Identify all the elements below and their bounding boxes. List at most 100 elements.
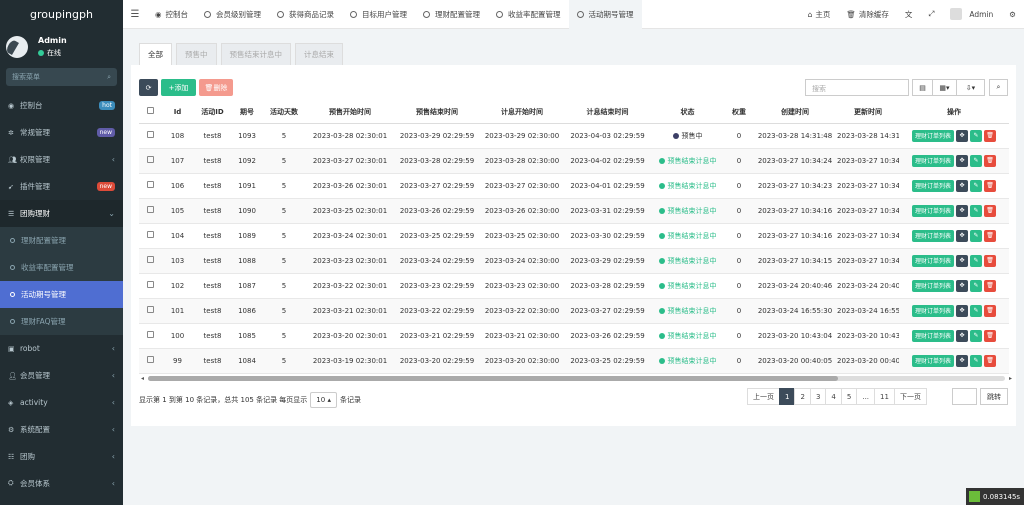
edit-pencil-icon[interactable]: ✎ bbox=[970, 304, 982, 317]
top-tab-1[interactable]: 会员级别管理 bbox=[196, 0, 269, 29]
table-row[interactable]: 101 test8 1086 5 2023-03-21 02:30:01 2023-03-… bbox=[139, 298, 1009, 324]
add-button[interactable]: + 添加 bbox=[161, 79, 196, 96]
checkbox[interactable] bbox=[146, 181, 154, 188]
delete-button[interactable]: 🗑︎ 删除 bbox=[199, 79, 233, 96]
order-list-button[interactable]: 理财订单列表 bbox=[911, 279, 954, 292]
column-header[interactable]: 预售结束时间 bbox=[395, 101, 479, 124]
order-list-button[interactable]: 理财订单列表 bbox=[911, 354, 954, 367]
checkbox[interactable] bbox=[146, 331, 154, 338]
status-tab-0[interactable]: 全部 bbox=[139, 43, 172, 65]
delete-trash-icon[interactable]: 🗑︎ bbox=[984, 329, 996, 342]
edit-pencil-icon[interactable]: ✎ bbox=[970, 254, 982, 267]
edit-pencil-icon[interactable]: ✎ bbox=[970, 354, 982, 367]
row-checkbox-cell[interactable] bbox=[139, 323, 161, 349]
checkbox[interactable] bbox=[146, 306, 154, 313]
top-tab-2[interactable]: 获得商品记录 bbox=[269, 0, 342, 29]
move-icon[interactable]: ✥ bbox=[956, 304, 968, 317]
row-checkbox-cell[interactable] bbox=[139, 348, 161, 374]
translate-icon[interactable]: 文 bbox=[897, 9, 921, 20]
column-header[interactable]: 权重 bbox=[725, 101, 753, 124]
row-checkbox-cell[interactable] bbox=[139, 298, 161, 324]
edit-pencil-icon[interactable]: ✎ bbox=[970, 204, 982, 217]
delete-trash-icon[interactable]: 🗑︎ bbox=[984, 229, 996, 242]
edit-pencil-icon[interactable]: ✎ bbox=[970, 279, 982, 292]
sidebar-item-会员体系[interactable]: ⛭ 会员体系 ‹ bbox=[0, 470, 123, 497]
table-row[interactable]: 107 test8 1092 5 2023-03-27 02:30:01 2023-03-… bbox=[139, 148, 1009, 174]
edit-pencil-icon[interactable]: ✎ bbox=[970, 229, 982, 242]
column-header[interactable]: 创建时间 bbox=[753, 101, 837, 124]
delete-trash-icon[interactable]: 🗑︎ bbox=[984, 304, 996, 317]
checkbox[interactable] bbox=[146, 256, 154, 263]
hamburger-icon[interactable]: ☰ bbox=[123, 9, 147, 20]
row-checkbox-cell[interactable] bbox=[139, 248, 161, 274]
jump-button[interactable]: 跳转 bbox=[980, 388, 1008, 405]
admin-menu[interactable]: Admin bbox=[942, 8, 1001, 20]
debug-timer[interactable]: 0.083145s bbox=[966, 488, 1024, 505]
top-tab-5[interactable]: 收益率配置管理 bbox=[488, 0, 569, 29]
column-header[interactable]: 状态 bbox=[650, 101, 725, 124]
row-checkbox-cell[interactable] bbox=[139, 123, 161, 149]
sidebar-item-4[interactable]: ☰ 团购理财 ⌄ bbox=[0, 200, 123, 227]
table-row[interactable]: 100 test8 1085 5 2023-03-20 02:30:01 2023-03-… bbox=[139, 323, 1009, 349]
move-icon[interactable]: ✥ bbox=[956, 354, 968, 367]
status-tab-3[interactable]: 计息结束 bbox=[295, 43, 343, 65]
move-icon[interactable]: ✥ bbox=[956, 329, 968, 342]
table-row[interactable]: 99 test8 1084 5 2023-03-19 02:30:01 2023-03-2… bbox=[139, 348, 1009, 374]
status-tab-2[interactable]: 预售结束计息中 bbox=[220, 43, 291, 65]
submenu-item-2[interactable]: 活动期号管理 bbox=[0, 281, 123, 308]
row-checkbox-cell[interactable] bbox=[139, 148, 161, 174]
sidebar-item-团购[interactable]: ☷ 团购 ‹ bbox=[0, 443, 123, 470]
page-button[interactable]: 5 bbox=[840, 388, 858, 405]
toggle-view-icon[interactable]: ▤ bbox=[912, 79, 933, 96]
jump-page-input[interactable] bbox=[952, 388, 977, 405]
top-tab-4[interactable]: 理财配置管理 bbox=[415, 0, 488, 29]
sidebar-item-系统配置[interactable]: ⚙ 系统配置 ‹ bbox=[0, 416, 123, 443]
column-header[interactable]: 计息开始时间 bbox=[479, 101, 565, 124]
order-list-button[interactable]: 理财订单列表 bbox=[911, 129, 954, 142]
edit-pencil-icon[interactable]: ✎ bbox=[970, 329, 982, 342]
edit-pencil-icon[interactable]: ✎ bbox=[970, 129, 982, 142]
submenu-item-0[interactable]: 理财配置管理 bbox=[0, 227, 123, 254]
move-icon[interactable]: ✥ bbox=[956, 254, 968, 267]
row-checkbox-cell[interactable] bbox=[139, 223, 161, 249]
column-header[interactable]: 预售开始时间 bbox=[305, 101, 395, 124]
page-button[interactable]: 1 bbox=[779, 388, 796, 405]
sidebar-item-会员管理[interactable]: 👤︎ 会员管理 ‹ bbox=[0, 362, 123, 389]
top-tab-0[interactable]: ◉ 控制台 bbox=[147, 0, 196, 29]
table-row[interactable]: 103 test8 1088 5 2023-03-23 02:30:01 2023-03-… bbox=[139, 248, 1009, 274]
sidebar-item-robot[interactable]: ▣ robot ‹ bbox=[0, 335, 123, 362]
prev-page-button[interactable]: 上一页 bbox=[747, 388, 780, 405]
delete-trash-icon[interactable]: 🗑︎ bbox=[984, 129, 996, 142]
table-row[interactable]: 102 test8 1087 5 2023-03-22 02:30:01 2023-03-… bbox=[139, 273, 1009, 299]
column-header[interactable]: 计息结束时间 bbox=[565, 101, 650, 124]
checkbox[interactable] bbox=[146, 131, 154, 138]
scroll-left-icon[interactable]: ◂ bbox=[141, 375, 144, 382]
submenu-item-3[interactable]: 理财FAQ管理 bbox=[0, 308, 123, 335]
refresh-button[interactable]: ⟳ bbox=[139, 79, 158, 96]
sidebar-item-1[interactable]: ✲ 常规管理 new bbox=[0, 119, 123, 146]
top-tab-3[interactable]: 目标用户管理 bbox=[342, 0, 415, 29]
columns-dropdown-icon[interactable]: ▦▾ bbox=[932, 79, 957, 96]
settings-gear-icon[interactable]: ⚙ bbox=[1001, 10, 1024, 19]
menu-search-input[interactable]: 搜索菜单 ⌕ bbox=[6, 68, 117, 86]
fullscreen-icon[interactable]: ⤢ bbox=[920, 9, 942, 19]
page-button[interactable]: 3 bbox=[809, 388, 827, 405]
page-button[interactable]: 4 bbox=[825, 388, 842, 405]
page-button[interactable]: 11 bbox=[874, 388, 895, 405]
edit-pencil-icon[interactable]: ✎ bbox=[970, 154, 982, 167]
scrollbar-thumb[interactable] bbox=[148, 376, 838, 381]
order-list-button[interactable]: 理财订单列表 bbox=[911, 304, 954, 317]
delete-trash-icon[interactable]: 🗑︎ bbox=[984, 154, 996, 167]
table-row[interactable]: 108 test8 1093 5 2023-03-28 02:30:01 2023-03-… bbox=[139, 123, 1009, 149]
submenu-item-1[interactable]: 收益率配置管理 bbox=[0, 254, 123, 281]
status-tab-1[interactable]: 预售中 bbox=[176, 43, 217, 65]
checkbox[interactable] bbox=[146, 156, 154, 163]
column-header[interactable]: 更新时间 bbox=[837, 101, 899, 124]
table-search-input[interactable]: 搜索 bbox=[805, 79, 909, 96]
sidebar-item-3[interactable]: ➹ 插件管理 new bbox=[0, 173, 123, 200]
scroll-right-icon[interactable]: ▸ bbox=[1009, 375, 1012, 382]
app-logo[interactable]: groupingph bbox=[0, 0, 123, 29]
row-checkbox-cell[interactable] bbox=[139, 198, 161, 224]
column-header[interactable]: 活动ID bbox=[194, 101, 231, 124]
delete-trash-icon[interactable]: 🗑︎ bbox=[984, 279, 996, 292]
